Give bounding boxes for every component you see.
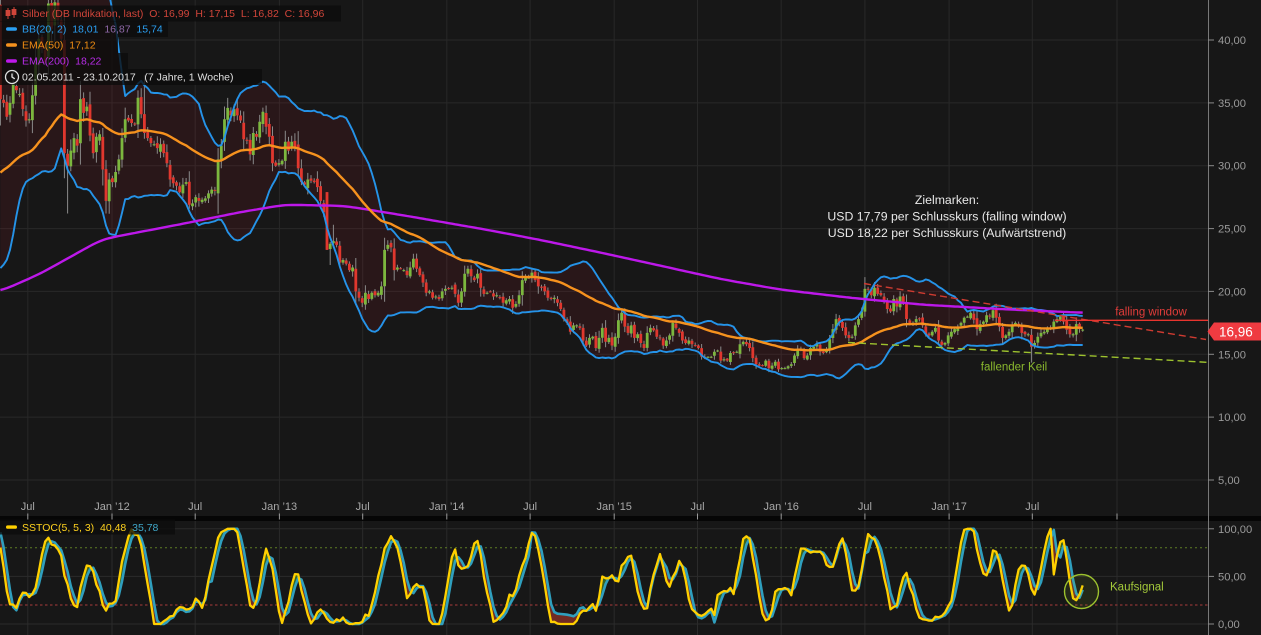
svg-text:50,00: 50,00 bbox=[1218, 571, 1246, 583]
svg-text:Zielmarken:: Zielmarken: bbox=[915, 193, 979, 207]
svg-text:Jul: Jul bbox=[21, 501, 35, 513]
svg-text:fallender Keil: fallender Keil bbox=[981, 362, 1047, 374]
svg-text:Jan ’16: Jan ’16 bbox=[763, 501, 798, 513]
svg-text:Jan ’12: Jan ’12 bbox=[94, 501, 129, 513]
svg-text:Jul: Jul bbox=[1025, 501, 1039, 513]
svg-text:25,00: 25,00 bbox=[1218, 224, 1246, 236]
svg-text:Jul: Jul bbox=[356, 501, 370, 513]
svg-text:BB(20, 2) 18,01 16,87 15,74: BB(20, 2) 18,01 16,87 15,74 bbox=[22, 24, 163, 36]
svg-text:30,00: 30,00 bbox=[1218, 161, 1246, 173]
svg-text:0,00: 0,00 bbox=[1218, 619, 1240, 631]
svg-text:02.05.2011 - 23.10.2017 (7 J: 02.05.2011 - 23.10.2017 (7 Jahre, 1 Woch… bbox=[22, 72, 234, 84]
svg-text:10,00: 10,00 bbox=[1218, 412, 1246, 424]
svg-text:35,00: 35,00 bbox=[1218, 98, 1246, 110]
svg-text:Jul: Jul bbox=[188, 501, 202, 513]
svg-text:Jan ’14: Jan ’14 bbox=[429, 501, 464, 513]
svg-text:Jul: Jul bbox=[858, 501, 872, 513]
svg-text:EMA(50) 17,12: EMA(50) 17,12 bbox=[22, 40, 96, 52]
svg-text:16,96: 16,96 bbox=[1219, 324, 1253, 339]
svg-text:Kaufsignal: Kaufsignal bbox=[1110, 582, 1164, 594]
svg-text:Jan ’17: Jan ’17 bbox=[931, 501, 966, 513]
svg-text:falling window: falling window bbox=[1115, 307, 1187, 319]
svg-text:Silber (DB Indikation, last): Silber (DB Indikation, last) O: 16,99 H:… bbox=[22, 8, 324, 20]
svg-text:100,00: 100,00 bbox=[1218, 524, 1252, 536]
svg-text:Jul: Jul bbox=[523, 501, 537, 513]
svg-text:Jul: Jul bbox=[690, 501, 704, 513]
svg-text:Jan ’15: Jan ’15 bbox=[596, 501, 631, 513]
svg-text:USD 17,79 per Schlusskurs (fal: USD 17,79 per Schlusskurs (falling windo… bbox=[827, 210, 1066, 224]
svg-text:20,00: 20,00 bbox=[1218, 286, 1246, 298]
svg-text:15,00: 15,00 bbox=[1218, 349, 1246, 361]
svg-text:EMA(200) 18,22: EMA(200) 18,22 bbox=[22, 56, 102, 68]
svg-text:5,00: 5,00 bbox=[1218, 475, 1240, 487]
svg-text:40,00: 40,00 bbox=[1218, 35, 1246, 47]
svg-text:Jan ’13: Jan ’13 bbox=[262, 501, 297, 513]
svg-text:SSTOC(5, 5, 3) 40,48 35,78: SSTOC(5, 5, 3) 40,48 35,78 bbox=[22, 522, 159, 534]
svg-text:USD 18,22 per Schlusskurs (Auf: USD 18,22 per Schlusskurs (Aufwärtstrend… bbox=[828, 226, 1067, 240]
